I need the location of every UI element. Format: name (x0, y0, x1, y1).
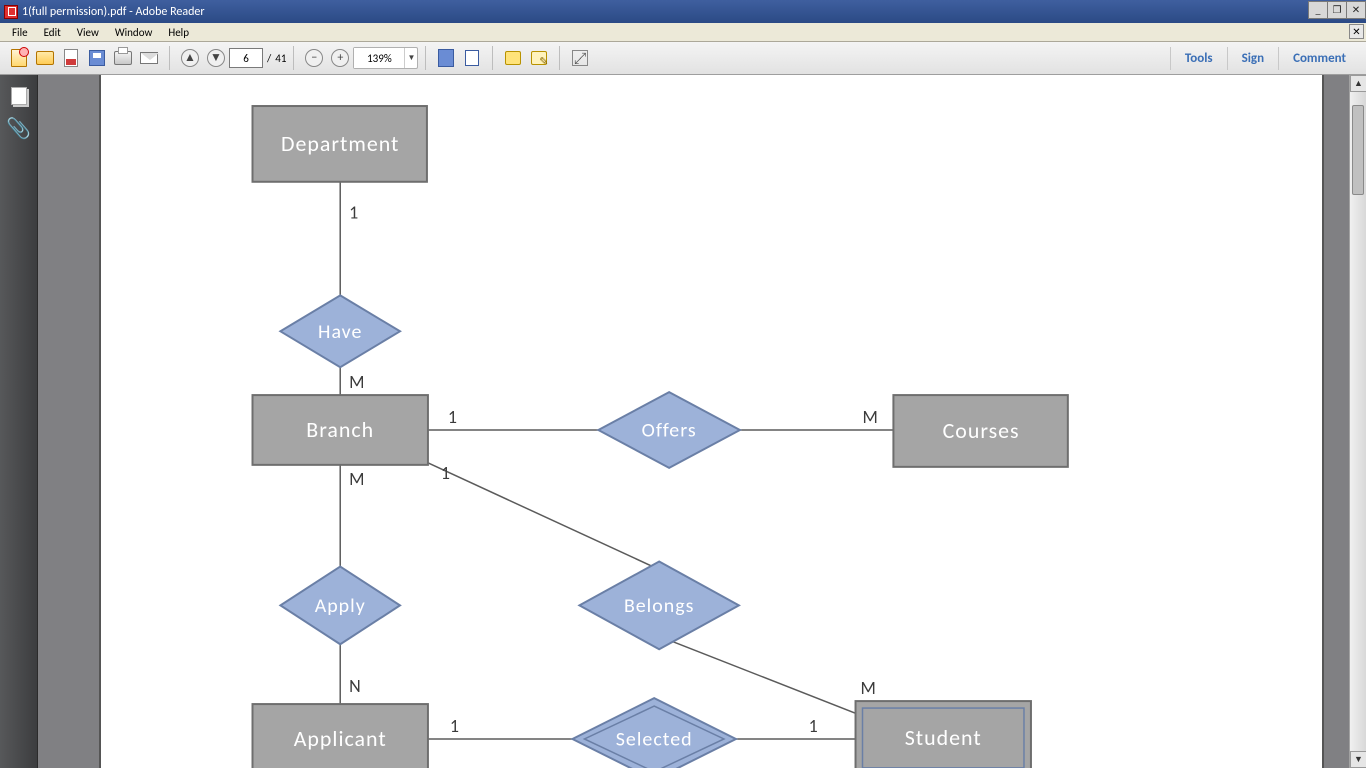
zoom-out-button[interactable]: − (302, 46, 326, 70)
create-pdf-button[interactable] (59, 46, 83, 70)
close-button[interactable]: ✕ (1346, 1, 1366, 19)
relationship-have-label: Have (318, 320, 362, 344)
cardinality-belongs-student: M (861, 677, 876, 699)
window-titlebar: 1(full permission).pdf - Adobe Reader _ … (0, 0, 1366, 23)
toolbar-separator (169, 46, 170, 70)
er-diagram: .ent { fill:#a5a5a5; stroke:#6e6e6e; str… (101, 75, 1322, 768)
scroll-down-button[interactable]: ▼ (1350, 751, 1366, 768)
cardinality-have-branch: M (349, 371, 364, 393)
right-panel-links: Tools Sign Comment (1170, 47, 1360, 70)
sign-link[interactable]: Sign (1227, 47, 1278, 70)
highlight-button[interactable] (527, 46, 551, 70)
single-page-button[interactable] (460, 46, 484, 70)
cardinality-branch-apply: M (349, 468, 364, 490)
entity-applicant-label: Applicant (294, 725, 387, 752)
document-filename: 1(full permission).pdf (22, 5, 126, 19)
attachments-icon[interactable]: 📎 (6, 115, 32, 141)
page-total: 41 (275, 52, 286, 65)
maximize-button[interactable]: ❐ (1327, 1, 1347, 19)
toolbar-separator (492, 46, 493, 70)
zoom-input[interactable] (354, 48, 404, 68)
relationship-offers-label: Offers (642, 419, 697, 443)
cardinality-dept-have: 1 (349, 202, 358, 224)
export-pdf-button[interactable] (7, 46, 31, 70)
fullscreen-button[interactable] (568, 46, 592, 70)
menu-edit[interactable]: Edit (36, 24, 69, 41)
zoom-dropdown-button[interactable]: ▼ (404, 48, 417, 68)
entity-branch-label: Branch (306, 416, 374, 443)
cardinality-apply-applicant: N (349, 675, 361, 697)
toolbar-separator (425, 46, 426, 70)
cardinality-branch-offers: 1 (448, 406, 457, 428)
page-number-input[interactable] (229, 48, 263, 68)
minimize-button[interactable]: _ (1308, 1, 1328, 19)
app-name: Adobe Reader (136, 5, 205, 19)
relationship-apply-label: Apply (315, 594, 366, 618)
page-up-button[interactable]: ▲ (178, 46, 202, 70)
cardinality-applicant-selected: 1 (450, 715, 459, 737)
cardinality-selected-student: 1 (809, 715, 818, 737)
nav-panel: 📎 (0, 75, 38, 768)
print-button[interactable] (111, 46, 135, 70)
toolbar-separator (559, 46, 560, 70)
entity-student-label: Student (905, 724, 982, 751)
email-button[interactable] (137, 46, 161, 70)
vertical-scrollbar[interactable]: ▲ ▼ (1349, 75, 1366, 768)
zoom-in-button[interactable]: + (328, 46, 352, 70)
relationship-selected-label: Selected (616, 728, 693, 752)
document-viewport[interactable]: .ent { fill:#a5a5a5; stroke:#6e6e6e; str… (38, 75, 1366, 768)
menu-file[interactable]: File (4, 24, 36, 41)
open-button[interactable] (33, 46, 57, 70)
title-separator: - (126, 5, 135, 19)
menu-window[interactable]: Window (107, 24, 161, 41)
read-mode-button[interactable] (434, 46, 458, 70)
save-button[interactable] (85, 46, 109, 70)
mdi-close-button[interactable]: ✕ (1349, 24, 1364, 39)
pdf-icon (4, 5, 18, 19)
toolbar-separator (293, 46, 294, 70)
menu-view[interactable]: View (69, 24, 107, 41)
cardinality-branch-belongs: 1 (441, 462, 450, 484)
scroll-up-button[interactable]: ▲ (1350, 75, 1366, 92)
comment-link[interactable]: Comment (1278, 47, 1360, 70)
relationship-belongs-label: Belongs (624, 594, 694, 618)
cardinality-offers-courses: M (863, 406, 878, 428)
tools-link[interactable]: Tools (1170, 47, 1227, 70)
menubar: File Edit View Window Help ✕ (0, 23, 1366, 42)
toolbar: ▲ ▼ / 41 − + ▼ Tools Sign Comment (0, 42, 1366, 75)
page-down-button[interactable]: ▼ (204, 46, 228, 70)
menu-help[interactable]: Help (160, 24, 197, 41)
pdf-page: .ent { fill:#a5a5a5; stroke:#6e6e6e; str… (99, 75, 1324, 768)
entity-department-label: Department (281, 130, 399, 157)
scroll-thumb[interactable] (1352, 105, 1364, 195)
sticky-note-button[interactable] (501, 46, 525, 70)
entity-courses-label: Courses (943, 417, 1020, 444)
page-separator: / (267, 52, 271, 65)
thumbnails-icon[interactable] (6, 83, 32, 109)
